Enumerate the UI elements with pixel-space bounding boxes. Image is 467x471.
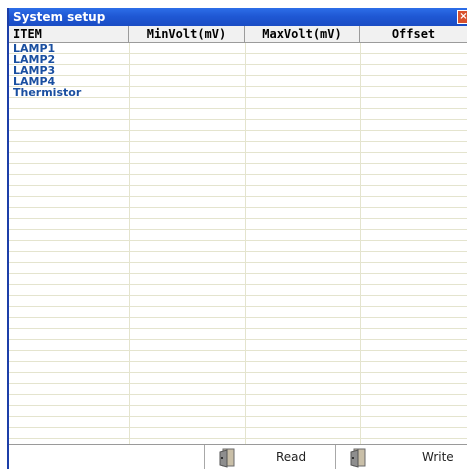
column-header-minvolt[interactable]: MinVolt(mV) <box>129 26 245 42</box>
button-bar: Read Write <box>9 444 467 469</box>
setup-table: ITEM MinVolt(mV) MaxVolt(mV) Offset LAMP… <box>9 26 467 444</box>
column-header-maxvolt[interactable]: MaxVolt(mV) <box>245 26 360 42</box>
column-divider <box>129 43 130 444</box>
column-divider <box>245 43 246 444</box>
read-button[interactable]: Read <box>204 445 334 469</box>
column-divider <box>360 43 361 444</box>
column-header-offset[interactable]: Offset <box>360 26 467 42</box>
door-icon <box>217 448 237 471</box>
system-setup-window: System setup × ITEM MinVolt(mV) MaxVolt(… <box>7 8 467 469</box>
write-button[interactable]: Write <box>335 445 467 469</box>
close-button[interactable]: × <box>457 10 467 24</box>
table-row-thermistor[interactable]: Thermistor <box>9 87 81 98</box>
close-icon: × <box>459 11 467 22</box>
table-header: ITEM MinVolt(mV) MaxVolt(mV) Offset <box>9 26 467 43</box>
read-label: Read <box>276 450 307 464</box>
door-icon <box>348 448 368 471</box>
column-header-item[interactable]: ITEM <box>9 26 129 42</box>
title-bar[interactable]: System setup × <box>9 8 467 26</box>
table-body: LAMP1 LAMP2 LAMP3 LAMP4 Thermistor <box>9 43 81 98</box>
write-label: Write <box>422 450 454 464</box>
window-title: System setup <box>13 10 106 24</box>
